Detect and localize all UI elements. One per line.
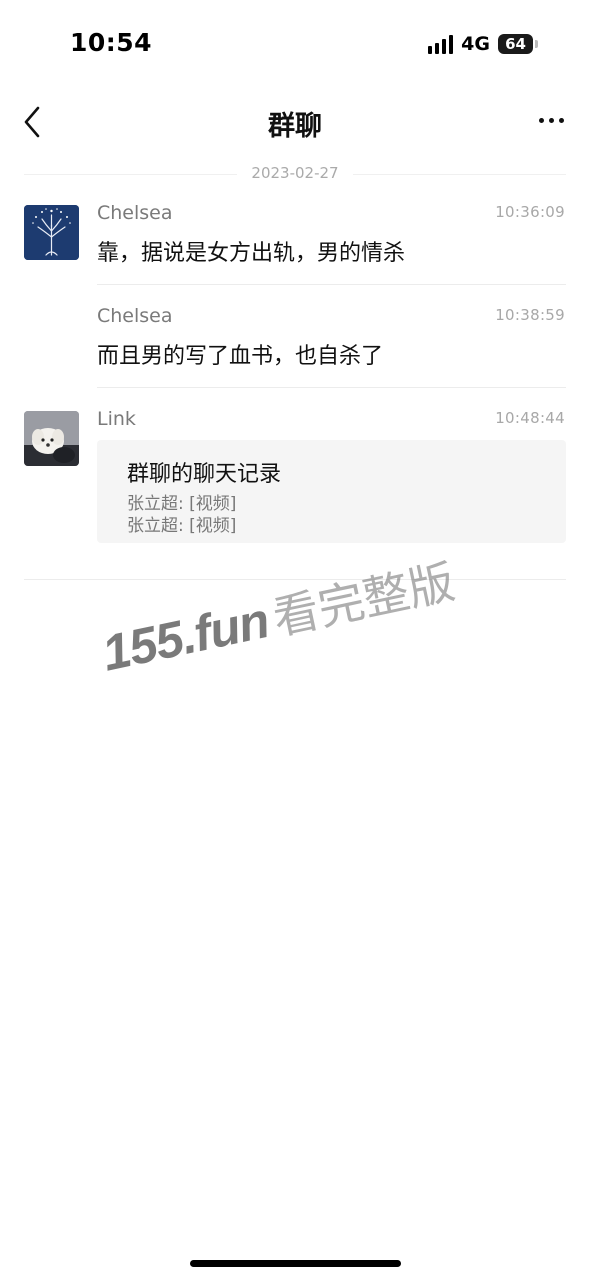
avatar[interactable] <box>24 411 79 466</box>
status-time: 10:54 <box>70 28 153 57</box>
tree-icon <box>24 205 79 260</box>
divider <box>97 284 566 285</box>
battery-icon: 64 <box>498 34 538 54</box>
watermark: 155.fun看完整版 <box>96 546 460 685</box>
sender-name: Chelsea <box>97 305 173 327</box>
date-label: 2023-02-27 <box>237 164 353 182</box>
chat-history-card[interactable]: 群聊的聊天记录 张立超: [视频] 张立超: [视频] <box>97 440 566 543</box>
more-icon[interactable] <box>539 118 564 123</box>
divider <box>97 387 566 388</box>
home-indicator[interactable] <box>190 1260 401 1267</box>
dog-icon <box>24 411 79 466</box>
card-line: 张立超: [视频] <box>127 516 237 536</box>
sender-name: Link <box>97 408 136 430</box>
battery-level: 64 <box>498 34 533 54</box>
signal-icon <box>428 34 454 54</box>
page-title: 群聊 <box>268 111 322 142</box>
watermark-site: 155.fun <box>97 591 274 682</box>
message-time: 10:38:59 <box>495 306 565 324</box>
message-text[interactable]: 而且男的写了血书，也自杀了 <box>97 338 383 370</box>
message-time: 10:48:44 <box>495 409 565 427</box>
message-text[interactable]: 靠，据说是女方出轨，男的情杀 <box>97 235 405 267</box>
status-indicators: 4G 64 <box>428 32 538 56</box>
watermark-text: 看完整版 <box>268 554 460 646</box>
network-label: 4G <box>461 33 490 55</box>
avatar[interactable] <box>24 205 79 260</box>
date-divider: 2023-02-27 <box>0 163 590 185</box>
message-time: 10:36:09 <box>495 203 565 221</box>
card-title: 群聊的聊天记录 <box>127 462 282 487</box>
nav-bar: 群聊 <box>0 90 590 156</box>
sender-name: Chelsea <box>97 202 173 224</box>
status-bar: 10:54 4G 64 <box>0 0 590 80</box>
